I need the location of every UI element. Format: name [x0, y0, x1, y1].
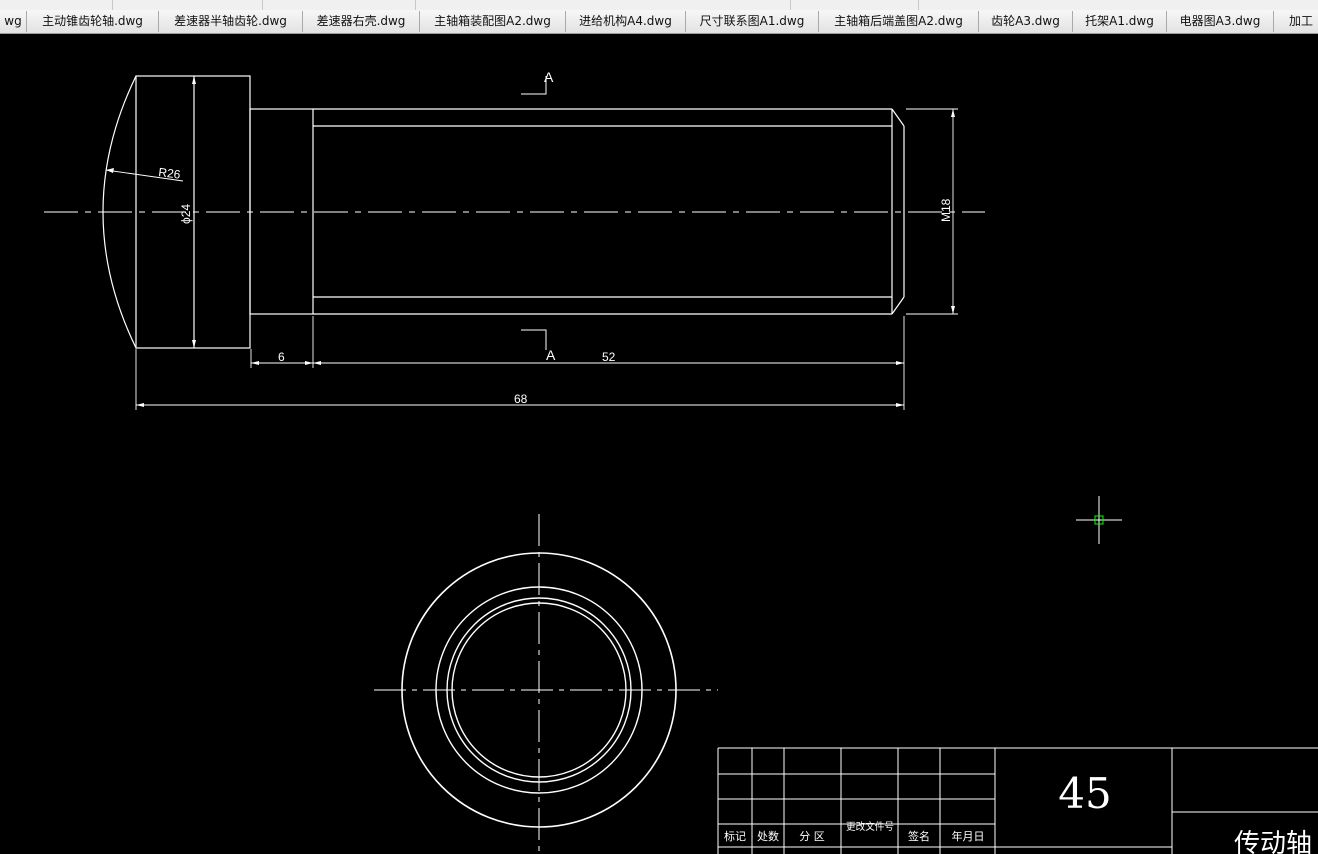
- header-signature: 签名: [908, 829, 930, 843]
- file-tab[interactable]: 电器图A3.dwg: [1167, 11, 1274, 32]
- drawing-canvas[interactable]: A A R26 ϕ24 M18 6 52 68 45 传动轴 标记 处数 分 区…: [0, 34, 1318, 854]
- dimension-52: 52: [602, 350, 616, 364]
- header-mark: 标记: [724, 829, 746, 843]
- ribbon-separator: [415, 0, 416, 10]
- file-tab[interactable]: 尺寸联系图A1.dwg: [686, 11, 819, 32]
- file-tab[interactable]: 主轴箱后端盖图A2.dwg: [819, 11, 979, 32]
- header-count: 处数: [757, 830, 779, 843]
- dimension-68: 68: [514, 392, 528, 406]
- file-tab-bar: wg 主动锥齿轮轴.dwg 差速器半轴齿轮.dwg 差速器右壳.dwg 主轴箱装…: [0, 10, 1318, 34]
- section-label-top: A: [544, 69, 554, 85]
- end-view: [374, 514, 718, 854]
- file-tab[interactable]: 主动锥齿轮轴.dwg: [27, 11, 159, 32]
- material-label: 45: [1058, 769, 1111, 818]
- file-tab[interactable]: 差速器右壳.dwg: [303, 11, 420, 32]
- file-tab[interactable]: 齿轮A3.dwg: [979, 11, 1073, 32]
- ribbon-separator: [790, 0, 791, 10]
- file-tab[interactable]: 差速器半轴齿轮.dwg: [159, 11, 303, 32]
- section-label-bottom: A: [546, 347, 556, 363]
- thread-label: M18: [939, 198, 953, 222]
- dimension-lines: [105, 108, 958, 410]
- radius-label: R26: [158, 165, 182, 182]
- ribbon-separator: [262, 0, 263, 10]
- part-name: 传动轴: [1234, 829, 1312, 854]
- ribbon-separator: [112, 0, 113, 10]
- dimension-6: 6: [278, 350, 285, 364]
- header-zone: 分 区: [799, 830, 825, 843]
- file-tab[interactable]: 托架A1.dwg: [1073, 11, 1167, 32]
- file-tab[interactable]: wg: [0, 11, 27, 32]
- file-tab[interactable]: 进给机构A4.dwg: [566, 11, 686, 32]
- diameter-label: ϕ24: [179, 204, 193, 224]
- header-change-doc: 更改文件号: [846, 820, 894, 833]
- file-tab[interactable]: 主轴箱装配图A2.dwg: [420, 11, 566, 32]
- crosshair-cursor: [1076, 496, 1122, 544]
- file-tab[interactable]: 加工: [1274, 11, 1318, 32]
- ribbon-separator: [918, 0, 919, 10]
- header-date: 年月日: [952, 829, 985, 843]
- section-marker-bottom: [521, 329, 547, 350]
- title-block: 45 传动轴 标记 处数 分 区 更改文件号 签名 年月日: [717, 747, 1318, 854]
- section-marker-top: [521, 76, 547, 95]
